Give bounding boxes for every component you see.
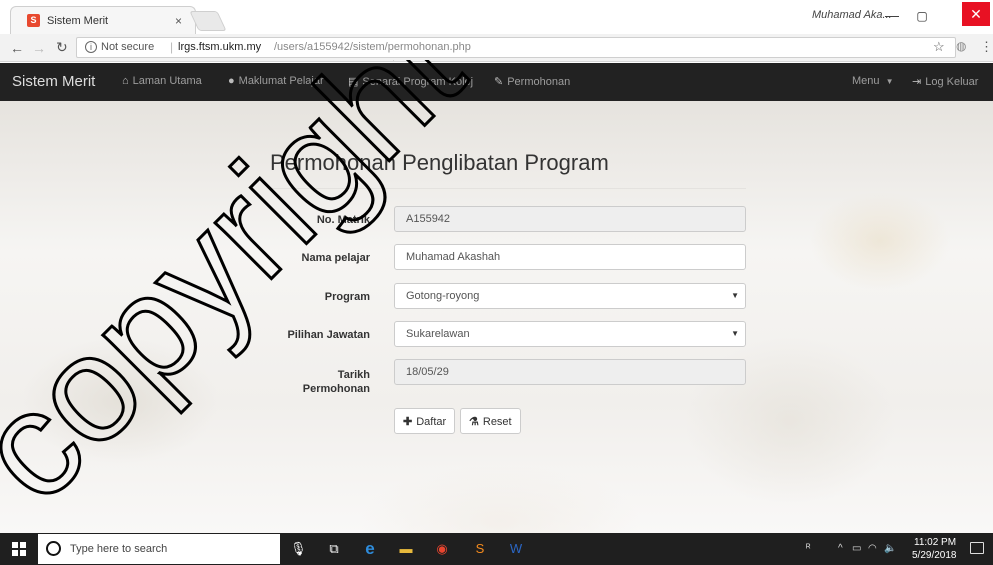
menu-dropdown[interactable]: Menu ▼ [852,75,894,87]
user-icon: ● [228,75,235,87]
logout-icon: ⇥ [912,76,922,88]
maximize-button[interactable]: ▢ [910,5,934,27]
matrik-value: A155942 [406,213,451,225]
pencil-icon: ✎ [494,76,504,88]
plus-icon: ✚ [403,416,413,428]
reset-button[interactable]: ⚗ Reset [460,408,521,434]
matrik-label: No. Matrik [316,214,370,226]
taskbar-search-placeholder: Type here to search [70,543,168,555]
bookmark-star-icon[interactable]: ☆ [933,39,945,55]
program-label: Program [324,291,370,303]
tab-title: Sistem Merit [47,15,109,27]
tarikh-value: 18/05/29 [406,366,449,378]
daftar-label: Daftar [416,416,447,428]
volume-icon[interactable]: 🔈 [884,543,896,554]
sublime-icon[interactable]: S [472,541,488,557]
nama-value: Muhamad Akashah [406,251,501,263]
forward-arrow-icon[interactable]: → [32,40,46,56]
info-icon[interactable]: i [85,41,97,53]
jawatan-label: Pilihan Jawatan [287,329,370,341]
nav-item-permohonan[interactable]: ✎ Permohonan [494,75,570,88]
program-value: Gotong-royong [406,290,480,302]
tab-close-icon[interactable]: × [175,14,182,28]
tray-chevron-icon[interactable]: ^ [838,543,843,554]
people-icon[interactable]: ᴿ [806,543,811,554]
page-title: Permohonan Penglibatan Program [270,150,609,175]
url-path: /users/a155942/sistem/permohonan.php [274,41,471,53]
home-icon: ⌂ [122,75,129,87]
jawatan-select[interactable]: Sukarelawan ▼ [394,321,746,347]
microphone-icon[interactable]: 🎙 [290,541,307,557]
program-select[interactable]: Gotong-royong ▼ [394,283,746,309]
file-explorer-icon[interactable]: ▬ [398,541,414,557]
logout-label: Log Keluar [925,76,979,88]
tarikh-label-line1: Tarikh [337,369,370,381]
app-navbar: Sistem Merit ⌂ Laman Utama ● Maklumat Pela… [0,63,993,101]
clock-time[interactable]: 11:02 PM [914,537,956,548]
nav-item-label: Senarai Program Kolej [362,76,474,88]
address-bar-row: ← → ↻ i Not secure | lrgs.ftsm.ukm.my /u… [0,34,993,62]
notification-icon[interactable] [970,542,984,554]
tarikh-label-line2: Permohonan [302,383,370,395]
jawatan-value: Sukarelawan [406,328,470,340]
browser-tab-strip: S Sistem Merit × Muhamad Aka... — ▢ ✕ [0,0,993,34]
minimize-button[interactable]: — [880,5,904,27]
url-host: lrgs.ftsm.ukm.my [178,41,262,53]
brand-link[interactable]: Sistem Merit [12,73,95,90]
matrik-field: A155942 [394,206,746,232]
nama-input[interactable]: Muhamad Akashah [394,244,746,270]
nav-item-label: Laman Utama [132,75,202,87]
extension-icon[interactable]: ◍ [956,39,966,53]
logout-link[interactable]: ⇥ Log Keluar [912,75,978,88]
tarikh-field: 18/05/29 [394,359,746,385]
windows-taskbar: Type here to search 🎙 ⧉ e ▬ ◉ S W ᴿ ^ ▭ … [0,533,993,565]
url-separator: | [170,40,174,54]
windows-start-icon[interactable] [12,542,26,556]
battery-icon[interactable]: ▭ [852,543,861,554]
browser-tab[interactable]: S Sistem Merit × [10,6,196,34]
wifi-icon[interactable]: ◠ [868,543,877,554]
edge-icon[interactable]: e [362,540,378,557]
chrome-icon[interactable]: ◉ [434,541,450,557]
word-icon[interactable]: W [508,541,524,557]
nav-item-label: Maklumat Pelajar [238,75,324,87]
url-bar[interactable]: i Not secure | lrgs.ftsm.ukm.my /users/a… [76,37,956,58]
select-caret-icon: ▼ [731,291,739,300]
task-view-icon[interactable]: ⧉ [326,541,342,557]
nav-item-senarai-program[interactable]: ▤ Senarai Program Kolej [348,75,473,88]
clock-date[interactable]: 5/29/2018 [912,550,957,561]
nav-item-laman-utama[interactable]: ⌂ Laman Utama [122,75,202,87]
close-window-button[interactable]: ✕ [962,2,990,26]
caret-down-icon: ▼ [885,77,894,86]
select-caret-icon: ▼ [731,329,739,338]
reset-label: Reset [482,416,512,428]
nav-item-label: Permohonan [507,76,571,88]
menu-label: Menu [852,75,880,87]
security-label[interactable]: Not secure [101,41,154,53]
heading-divider [268,188,746,189]
clean-brush-icon: ⚗ [469,416,479,428]
daftar-button[interactable]: ✚ Daftar [394,408,456,434]
reload-icon[interactable]: ↻ [56,39,68,56]
back-arrow-icon[interactable]: ← [10,40,24,56]
tarikh-label: Tarikh Permohonan [240,368,370,396]
nav-item-maklumat-pelajar[interactable]: ● Maklumat Pelajar [228,75,324,87]
list-icon: ▤ [348,76,359,88]
favicon-icon: S [27,14,40,27]
taskbar-search-box[interactable]: Type here to search [38,534,280,564]
nama-label: Nama pelajar [301,252,370,264]
browser-menu-icon[interactable]: ⋮ [980,39,993,55]
cortana-icon [46,541,61,556]
